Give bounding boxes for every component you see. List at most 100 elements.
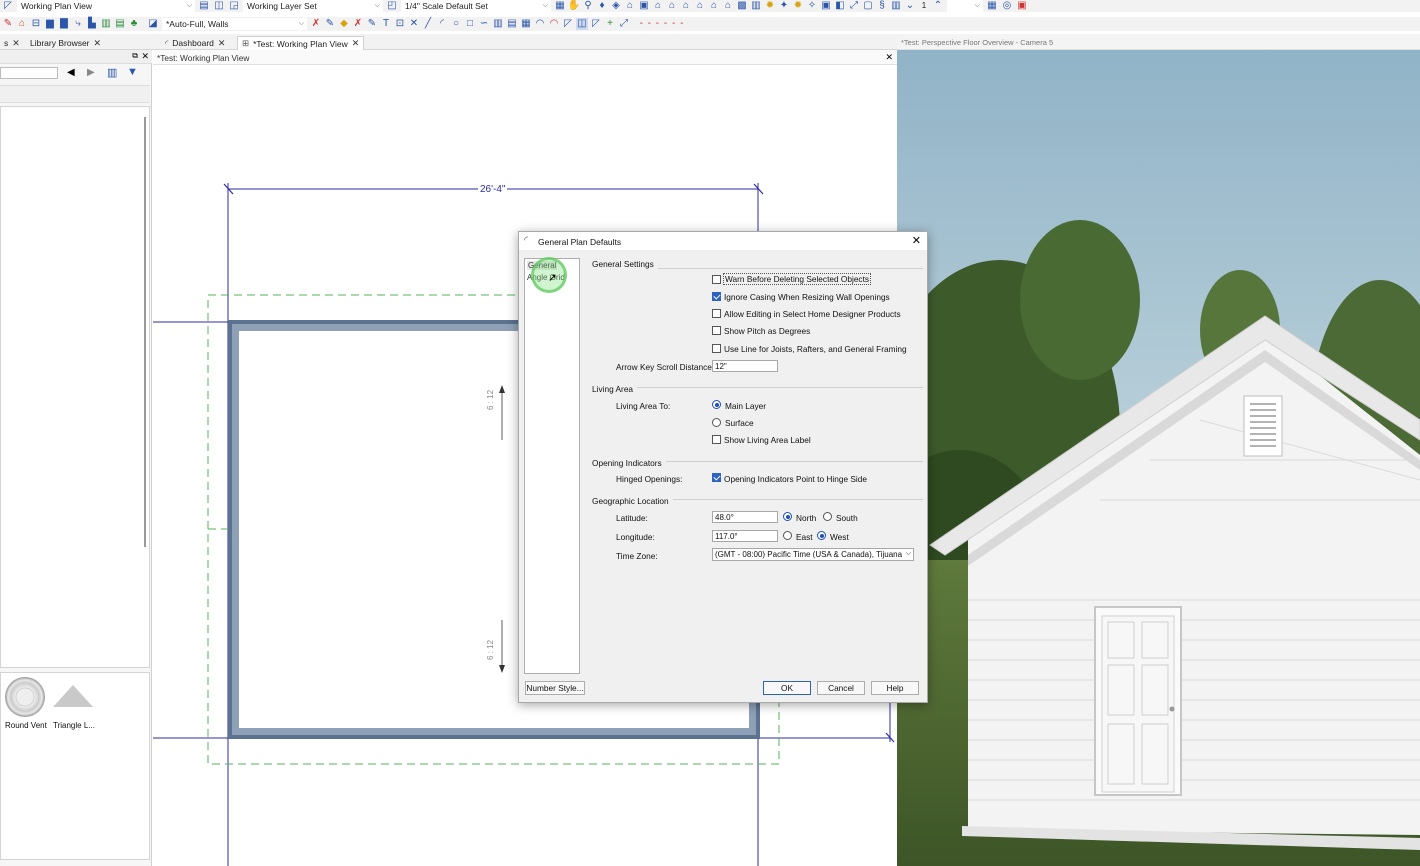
text-icon[interactable]: T	[380, 18, 392, 30]
triangle-vent-thumb[interactable]	[53, 685, 93, 707]
ignore-casing-checkbox[interactable]	[712, 292, 721, 301]
tool-icon[interactable]: ▤	[506, 18, 518, 30]
tree-icon[interactable]: ♣	[128, 18, 140, 30]
close-icon[interactable]: ✕	[141, 51, 149, 62]
tool-icon[interactable]: ◠	[534, 18, 546, 30]
show-living-area-label[interactable]: Show Living Area Label	[724, 435, 811, 445]
layer-icon[interactable]: ◫	[213, 0, 225, 12]
layer-set-select[interactable]: Working Layer Set ⌵	[243, 0, 383, 12]
library-view-icon[interactable]: ▥	[107, 66, 117, 79]
tool-icon[interactable]: ◫	[576, 18, 588, 30]
time-zone-select[interactable]: (GMT - 08:00) Pacific Time (USA & Canada…	[712, 548, 914, 561]
plan-defaults-icon[interactable]: ▤	[198, 0, 210, 12]
tab-working-plan[interactable]: ⊞ *Test: Working Plan View ✕	[237, 36, 365, 50]
hinge-side-checkbox[interactable]	[712, 473, 721, 482]
ok-button[interactable]: OK	[763, 681, 811, 695]
use-line-framing-label[interactable]: Use Line for Joists, Rafters, and Genera…	[724, 344, 907, 354]
tool-icon[interactable]: ▥	[492, 18, 504, 30]
round-vent-thumb[interactable]	[5, 677, 45, 717]
close-icon[interactable]: ✕	[218, 38, 226, 49]
chevron-up-icon[interactable]: ⌃	[932, 0, 944, 12]
arrow-key-field[interactable]: 12"	[712, 360, 778, 372]
float-icon[interactable]: ⧉	[132, 51, 138, 61]
tab-partial[interactable]: s ✕	[0, 36, 24, 50]
zoom-value[interactable]: 1	[918, 0, 930, 12]
tool-icon[interactable]: ⤢	[848, 0, 860, 12]
wall-icon[interactable]: ⌂	[16, 18, 28, 30]
sun-icon[interactable]: ✹	[792, 0, 804, 12]
chevron-down-icon[interactable]: ⌄	[904, 0, 916, 12]
help-button[interactable]: Help	[871, 681, 919, 695]
show-pitch-degrees-checkbox[interactable]	[712, 326, 721, 335]
south-label[interactable]: South	[836, 513, 858, 523]
library-tree[interactable]	[0, 106, 150, 668]
tool-icon[interactable]: ✋	[568, 0, 580, 12]
allow-editing-label[interactable]: Allow Editing in Select Home Designer Pr…	[724, 309, 901, 319]
filter-icon[interactable]: ▼	[127, 66, 138, 78]
west-label[interactable]: West	[830, 532, 849, 542]
longitude-field[interactable]: 117.0°	[712, 530, 778, 542]
tool-icon[interactable]: ◆	[338, 18, 350, 30]
close-icon[interactable]: ✕	[94, 38, 102, 49]
tool-icon[interactable]: ▦	[520, 18, 532, 30]
tool-icon[interactable]: ▙	[86, 18, 98, 30]
tool-icon[interactable]: ✗	[352, 18, 364, 30]
pencil-icon[interactable]: ✎	[2, 18, 14, 30]
tool-icon[interactable]: ▥	[750, 0, 762, 12]
show-living-area-checkbox[interactable]	[712, 435, 721, 444]
tool-icon[interactable]: ▩	[736, 0, 748, 12]
scrollbar[interactable]	[144, 117, 146, 547]
camera-view-window[interactable]: *Test: Perspective Floor Overview - Came…	[897, 34, 1420, 866]
tool-icon[interactable]: ⤷	[72, 18, 84, 30]
north-label[interactable]: North	[796, 513, 816, 523]
tab-dashboard[interactable]: ◜ Dashboard ✕	[161, 36, 229, 50]
sun-icon[interactable]: ✹	[764, 0, 776, 12]
tool-icon[interactable]: ▣	[1016, 0, 1028, 12]
plus-icon[interactable]: +	[604, 18, 616, 30]
spline-icon[interactable]: ∽	[478, 18, 490, 30]
house-icon[interactable]: ⌂	[680, 0, 692, 12]
tool-icon[interactable]: ⤢	[618, 18, 630, 30]
west-radio[interactable]	[817, 531, 826, 540]
tool-icon[interactable]: ✦	[778, 0, 790, 12]
house-icon[interactable]: ⌂	[624, 0, 636, 12]
show-pitch-degrees-label[interactable]: Show Pitch as Degrees	[724, 326, 810, 336]
dialog-titlebar[interactable]: ◜ General Plan Defaults ✕	[519, 232, 927, 250]
close-icon[interactable]: ✕	[352, 38, 360, 49]
tool-icon[interactable]: ✗	[310, 18, 322, 30]
hinge-side-label[interactable]: Opening Indicators Point to Hinge Side	[724, 474, 867, 484]
house-icon[interactable]: ⌂	[722, 0, 734, 12]
tool-icon[interactable]: ◸	[590, 18, 602, 30]
warn-delete-label[interactable]: Warn Before Deleting Selected Objects	[723, 273, 872, 285]
dimension-label[interactable]: 26'-4"	[478, 184, 508, 195]
tool-icon[interactable]: ▦	[986, 0, 998, 12]
layer-set-icon[interactable]: ◲	[228, 0, 240, 12]
east-label[interactable]: East	[796, 532, 813, 542]
main-layer-radio[interactable]	[712, 400, 721, 409]
line-style-icon[interactable]: - - - - - -	[632, 18, 692, 30]
plan-view-select[interactable]: Working Plan View ⌵	[17, 0, 195, 12]
tool-icon[interactable]: ▢	[862, 0, 874, 12]
tool-icon[interactable]: ⚲	[582, 0, 594, 12]
cabinet-icon[interactable]: ▆	[44, 18, 56, 30]
tool-icon[interactable]: ▦	[554, 0, 566, 12]
main-layer-label[interactable]: Main Layer	[725, 401, 766, 411]
back-arrow-icon[interactable]: ◀	[67, 67, 75, 78]
allow-editing-checkbox[interactable]	[712, 309, 721, 318]
house-icon[interactable]: ⌂	[652, 0, 664, 12]
blank-select[interactable]: ⌵	[947, 0, 983, 12]
number-style-button[interactable]: Number Style...	[525, 681, 585, 695]
tool-icon[interactable]: ▣	[638, 0, 650, 12]
library-search-input[interactable]	[0, 67, 58, 79]
tool-icon[interactable]: ◎	[1001, 0, 1013, 12]
wall-type-select[interactable]: *Auto-Full, Walls ⌵	[162, 18, 307, 30]
east-radio[interactable]	[783, 531, 792, 540]
tool-icon[interactable]: ✧	[806, 0, 818, 12]
surface-radio[interactable]	[712, 418, 721, 427]
tool-icon[interactable]: ⊡	[394, 18, 406, 30]
latitude-field[interactable]: 48.0°	[712, 511, 778, 523]
south-radio[interactable]	[823, 512, 832, 521]
tool-icon[interactable]: ✕	[408, 18, 420, 30]
tool-icon[interactable]: ▤	[114, 18, 126, 30]
north-radio[interactable]	[783, 512, 792, 521]
